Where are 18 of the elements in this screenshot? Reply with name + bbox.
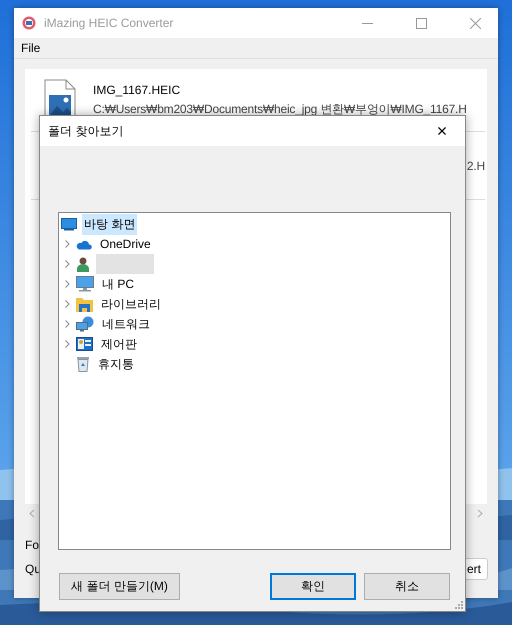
tree-item[interactable]: 휴지통: [96, 354, 136, 374]
close-button[interactable]: ×: [427, 121, 457, 141]
tree-item[interactable]: 제어판: [99, 334, 139, 354]
file-path: C:₩Users₩bm203₩Documents₩heic_jpg 변환₩부엉이₩IMG_1167.H: [93, 100, 467, 118]
cancel-button[interactable]: 취소: [364, 573, 450, 600]
file-path: 2.H: [466, 158, 485, 172]
tree-item[interactable]: 라이브러리: [99, 294, 163, 314]
dialog-title: 폴더 찾아보기: [48, 122, 124, 140]
ok-button[interactable]: 확인: [270, 573, 356, 600]
tree-item[interactable]: 바탕 화면: [82, 214, 138, 234]
new-folder-button[interactable]: 새 폴더 만들기(M): [59, 573, 180, 600]
menu-item[interactable]: File: [21, 41, 40, 55]
file-name: IMG_1167.HEIC: [93, 82, 182, 96]
field-label: Fo: [25, 538, 40, 552]
tree-item[interactable]: 네트워크: [100, 314, 152, 334]
window-title: iMazing HEIC Converter: [44, 16, 174, 30]
tree-item[interactable]: OneDrive: [98, 235, 153, 253]
tree-item[interactable]: 내 PC: [100, 274, 136, 294]
